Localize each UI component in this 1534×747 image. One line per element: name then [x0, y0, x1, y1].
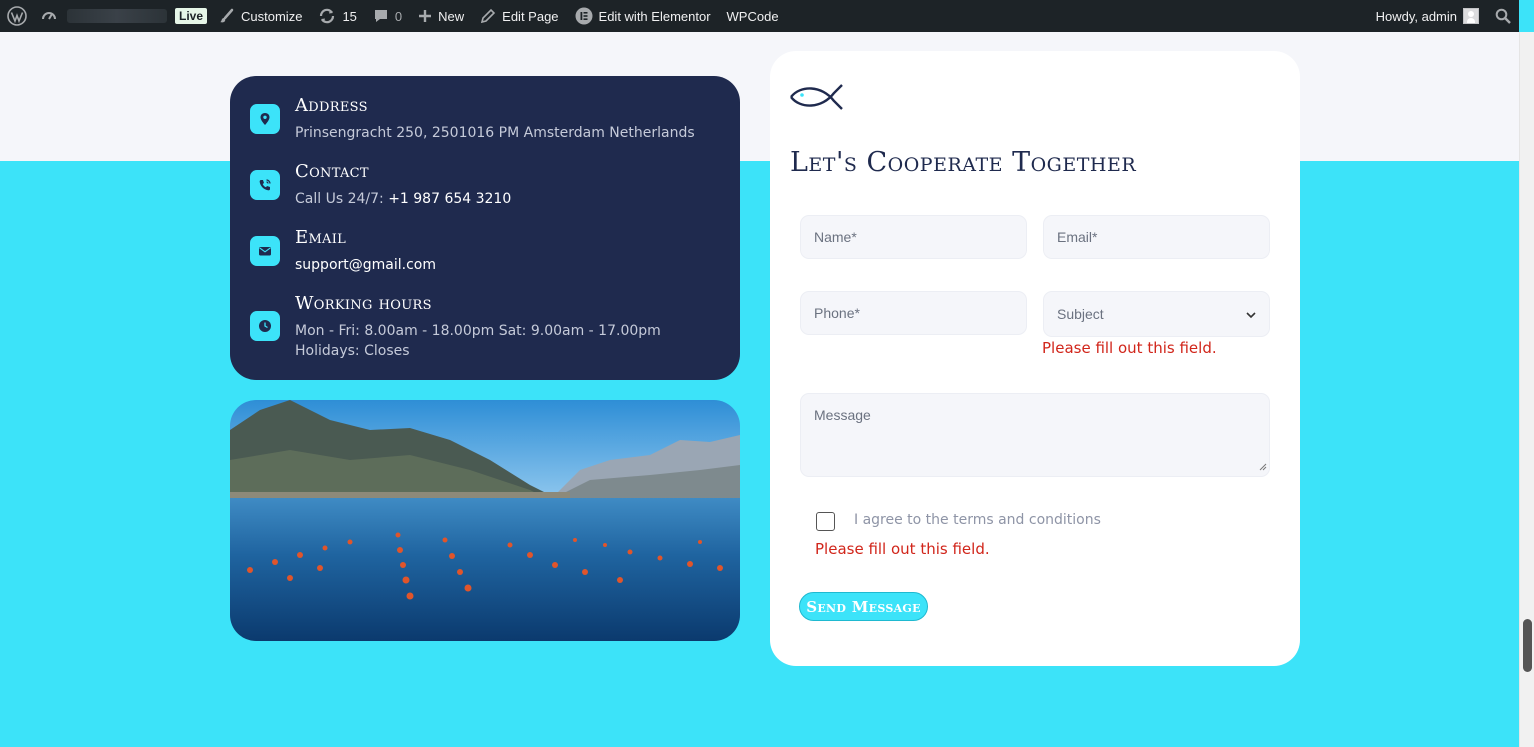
search-icon [1495, 8, 1511, 24]
site-name-menu[interactable] [35, 0, 171, 32]
hours-text: Mon - Fri: 8.00am - 18.00pm Sat: 9.00am … [295, 323, 661, 359]
phone-ring-icon [250, 170, 280, 200]
comments-count: 0 [394, 8, 403, 24]
envelope-icon [250, 236, 280, 266]
resize-handle-icon[interactable] [1258, 458, 1267, 474]
wpcode-label: WPCode [726, 8, 779, 24]
updates-count: 15 [342, 8, 357, 24]
customize-label: Customize [241, 8, 303, 24]
chevron-down-icon [1246, 306, 1256, 322]
edit-page-link[interactable]: Edit Page [472, 0, 566, 32]
customize-link[interactable]: Customize [211, 0, 310, 32]
paintbrush-icon [219, 8, 235, 24]
address-text: Prinsengracht 250, 2501016 PM Amsterdam … [295, 125, 695, 141]
plus-icon [418, 9, 432, 23]
contact-row: Contact Call Us 24/7: +1 987 654 3210 [250, 161, 720, 209]
wpcode-link[interactable]: WPCode [719, 0, 787, 32]
admin-bar: Live Customize 15 0 New Edit Page Edit w… [0, 0, 1519, 32]
subject-select[interactable]: Subject [1043, 291, 1270, 337]
howdy-label: Howdy, admin [1375, 8, 1457, 24]
comment-bubble-icon [373, 8, 389, 24]
message-textarea[interactable]: Message [800, 393, 1270, 477]
email-title: Email [295, 227, 347, 248]
address-title: Address [295, 95, 368, 116]
edit-page-label: Edit Page [502, 8, 559, 24]
pencil-icon [480, 8, 496, 24]
updates-icon [318, 7, 336, 25]
email-row: Email support@gmail.com [250, 227, 720, 275]
wordpress-logo-icon[interactable] [0, 0, 35, 32]
contact-form-card: Let's Cooperate Together Name* Email* Ph… [770, 51, 1300, 666]
elementor-icon [575, 7, 593, 25]
terms-label[interactable]: I agree to the terms and conditions [854, 512, 1101, 528]
updates-link[interactable]: 15 [310, 0, 364, 32]
elementor-label: Edit with Elementor [598, 8, 711, 24]
subject-error: Please fill out this field. [1042, 339, 1217, 357]
terms-error: Please fill out this field. [815, 540, 990, 558]
bay-photo [230, 400, 740, 641]
hours-row: Working hours Mon - Fri: 8.00am - 18.00p… [250, 293, 720, 361]
terms-checkbox[interactable] [816, 512, 835, 531]
form-title: Let's Cooperate Together [790, 147, 1137, 178]
avatar [1463, 8, 1479, 24]
send-message-button[interactable]: Send Message [799, 592, 928, 621]
contact-prefix: Call Us 24/7: [295, 191, 389, 207]
comments-link[interactable]: 0 [365, 0, 410, 32]
scrollbar-thumb[interactable] [1523, 619, 1532, 672]
name-placeholder: Name* [814, 229, 857, 245]
new-label: New [438, 8, 465, 24]
fish-logo-icon [790, 83, 844, 116]
subject-selected-value: Subject [1057, 306, 1104, 322]
edit-with-elementor-link[interactable]: Edit with Elementor [567, 0, 719, 32]
name-field[interactable]: Name* [800, 215, 1027, 259]
page-scrollbar[interactable] [1519, 32, 1534, 747]
search-button[interactable] [1485, 0, 1519, 32]
phone-field[interactable]: Phone* [800, 291, 1027, 335]
email-field[interactable]: Email* [1043, 215, 1270, 259]
message-placeholder: Message [814, 407, 871, 423]
site-name-redacted [67, 9, 167, 23]
contact-phone-link[interactable]: +1 987 654 3210 [388, 191, 511, 207]
map-pin-icon [250, 104, 280, 134]
email-link[interactable]: support@gmail.com [295, 255, 720, 275]
contact-line: Call Us 24/7: +1 987 654 3210 [295, 189, 720, 209]
live-badge: Live [175, 8, 208, 24]
my-account-menu[interactable]: Howdy, admin [1368, 0, 1485, 32]
email-placeholder: Email* [1057, 229, 1098, 245]
dashboard-icon [41, 8, 57, 24]
contact-info-card: Address Prinsengracht 250, 2501016 PM Am… [230, 76, 740, 380]
hours-title: Working hours [295, 293, 432, 314]
phone-placeholder: Phone* [814, 305, 860, 321]
contact-title: Contact [295, 161, 369, 182]
address-row: Address Prinsengracht 250, 2501016 PM Am… [250, 95, 720, 143]
new-content-link[interactable]: New [410, 0, 472, 32]
clock-icon [250, 311, 280, 341]
live-badge-item[interactable]: Live [171, 0, 211, 32]
